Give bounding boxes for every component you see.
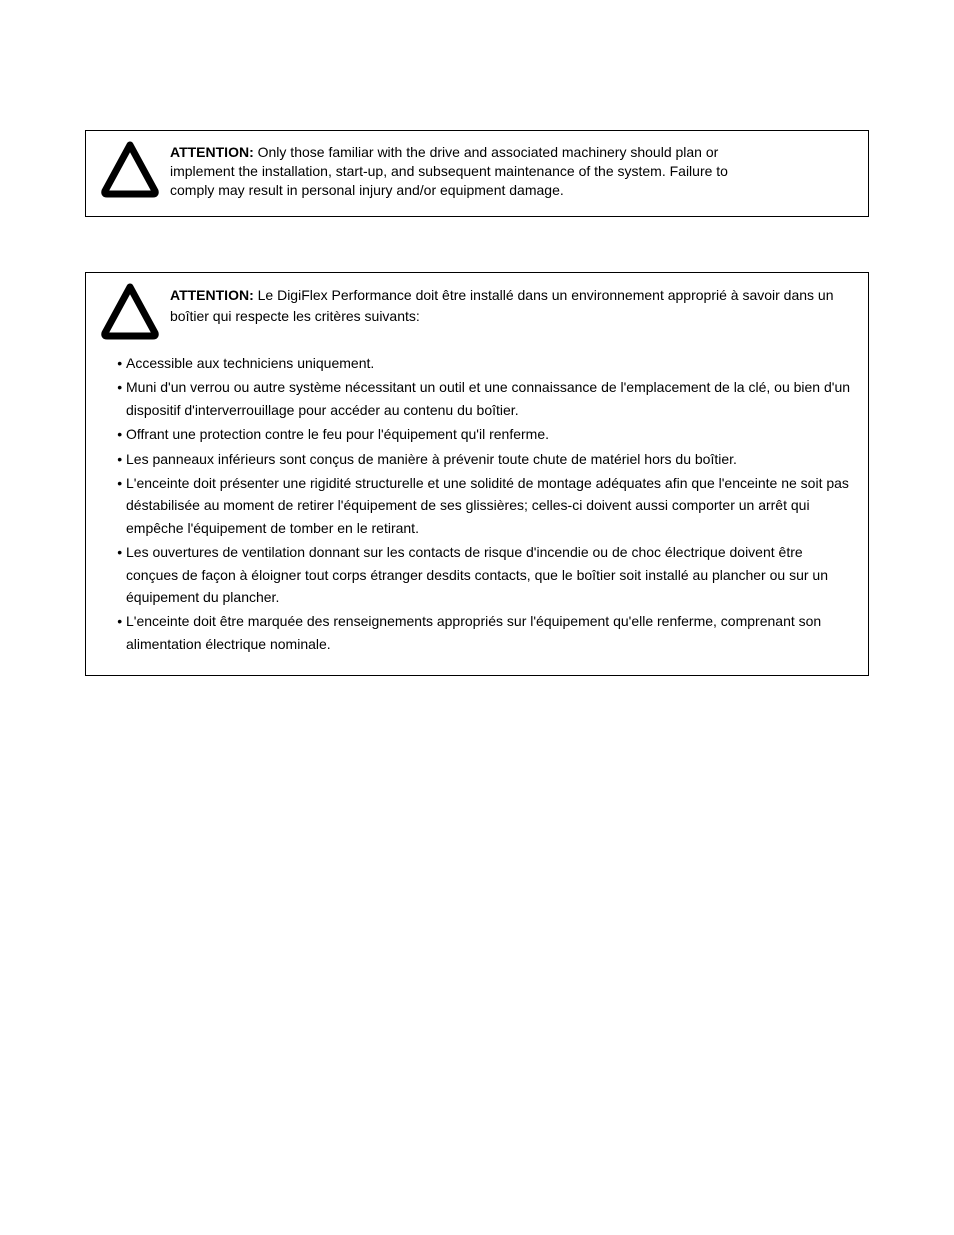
bullet-item: Les panneaux inférieurs sont conçus de m…	[126, 448, 850, 470]
warning-icon	[100, 139, 160, 204]
bullet-item: Offrant une protection contre le feu pou…	[126, 423, 850, 445]
bullet-item: Accessible aux techniciens uniquement.	[126, 352, 850, 374]
attention-text-1a: Only those familiar with the drive and a…	[254, 144, 719, 160]
attention-box-2-intro: ATTENTION: Le DigiFlex Performance doit …	[170, 281, 854, 327]
bullet-item: Muni d'un verrou ou autre système nécess…	[126, 376, 850, 421]
attention-box-1-text: ATTENTION: Only those familiar with the …	[170, 139, 854, 200]
attention-label: ATTENTION:	[170, 144, 254, 160]
bullet-item: L'enceinte doit être marquée des renseig…	[126, 610, 850, 655]
attention-intro-rest: Le DigiFlex Performance doit être instal…	[170, 287, 834, 324]
bullet-item: L'enceinte doit présenter une rigidité s…	[126, 472, 850, 539]
attention-box-2-body: Accessible aux techniciens uniquement. M…	[100, 346, 854, 655]
warning-icon	[100, 281, 160, 346]
attention-text-1b: implement the installation, start-up, an…	[170, 163, 728, 179]
bullet-item: Les ouvertures de ventilation donnant su…	[126, 541, 850, 608]
attention-text-1c: comply may result in personal injury and…	[170, 182, 564, 198]
attention-label: ATTENTION:	[170, 287, 254, 303]
attention-bullet-list: Accessible aux techniciens uniquement. M…	[104, 352, 850, 655]
page-content: ATTENTION: Only those familiar with the …	[0, 0, 954, 676]
attention-box-1: ATTENTION: Only those familiar with the …	[85, 130, 869, 217]
attention-box-2-header: ATTENTION: Le DigiFlex Performance doit …	[100, 281, 854, 346]
attention-box-2: ATTENTION: Le DigiFlex Performance doit …	[85, 272, 869, 676]
